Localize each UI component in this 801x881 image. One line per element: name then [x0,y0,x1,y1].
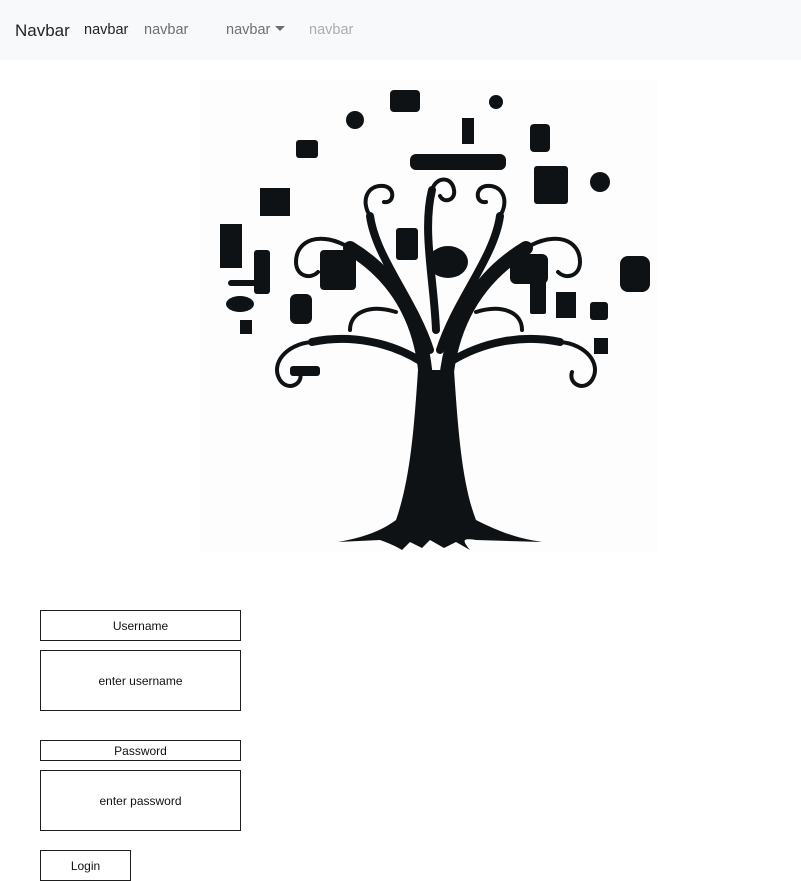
nav-link-disabled: navbar [309,22,354,38]
navbar-brand[interactable]: Navbar [15,0,70,60]
nav-dropdown-label: navbar [226,22,271,38]
navbar: Navbar navbar navbar navbar navbar [0,0,801,60]
password-input[interactable] [40,770,241,831]
password-label: Password [40,740,241,761]
username-label: Username [40,610,241,641]
login-button[interactable]: Login [40,850,131,881]
nav-dropdown-toggle[interactable]: navbar [226,0,286,60]
nav-link[interactable]: navbar [144,0,188,60]
tree-icon [220,90,650,550]
username-input[interactable] [40,650,241,711]
nav-link-active[interactable]: navbar [84,0,128,60]
hero-image [200,80,658,551]
caret-down-icon [275,26,286,31]
